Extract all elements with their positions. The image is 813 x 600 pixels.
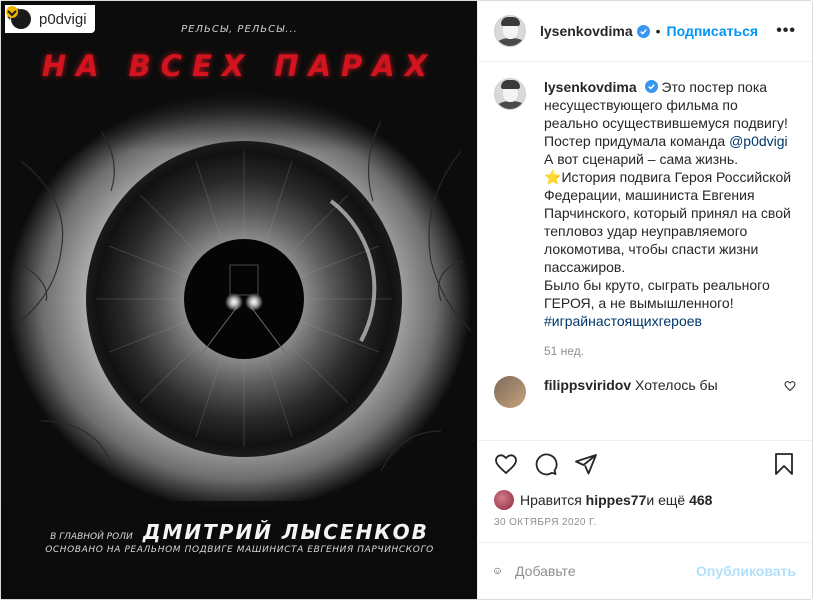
like-comment-heart-icon[interactable] [784, 380, 796, 392]
action-bar [478, 441, 812, 487]
more-options-icon[interactable]: ••• [776, 22, 796, 40]
liker-username[interactable]: hippes77 [586, 492, 647, 508]
eye-illustration [1, 1, 477, 599]
emoji-smiley-icon[interactable] [494, 559, 501, 583]
post-header: lysenkovdima • Подписаться ••• [478, 1, 812, 62]
verified-badge-icon [636, 24, 650, 38]
author-avatar[interactable] [494, 15, 526, 47]
likes-summary: Нравится hippes77 и ещё 468 [478, 487, 812, 513]
caption-username[interactable]: lysenkovdima [544, 79, 637, 95]
commenter-username[interactable]: filippsviridov [544, 377, 631, 393]
liker-avatar[interactable] [494, 490, 514, 510]
follow-button[interactable]: Подписаться [667, 23, 759, 39]
instagram-post: p0dvigi РЕЛЬСЫ, РЕЛЬСЫ... НА ВСЕХ ПАРАХ … [0, 0, 813, 600]
caption-comment: lysenkovdima Это постер пока несуществую… [494, 78, 796, 330]
hashtag-link[interactable]: #играйнастоящихгероев [544, 313, 702, 329]
like-heart-icon[interactable] [494, 452, 518, 476]
post-details-panel: lysenkovdima • Подписаться ••• lysenkovd… [477, 1, 812, 599]
caption-line-3: А вот сценарий – сама жизнь. [544, 151, 739, 167]
poster-role-label: В ГЛАВНОЙ РОЛИ [50, 532, 133, 542]
author-username[interactable]: lysenkovdima [540, 23, 633, 39]
p0dvigi-logo-icon [6, 6, 18, 18]
poster-based-on: ОСНОВАНО НА РЕАЛЬНОМ ПОДВИГЕ МАШИНИСТА Е… [45, 545, 434, 555]
star-emoji-icon: ⭐ [544, 169, 562, 185]
comment-input[interactable] [515, 563, 697, 579]
separator-dot: • [655, 23, 661, 39]
comments-section[interactable]: lysenkovdima Это постер пока несуществую… [478, 62, 812, 441]
caption-author-avatar[interactable] [494, 78, 526, 110]
poster-role-line: В ГЛАВНОЙ РОЛИ ДМИТРИЙ ЛЫСЕНКОВ [1, 520, 477, 544]
mention-link[interactable]: @p0dvigi [729, 133, 788, 149]
likes-count[interactable]: 468 [689, 492, 712, 508]
poster-title: НА ВСЕХ ПАРАХ [41, 49, 438, 83]
likes-middle: и ещё [646, 492, 686, 508]
poster-actor-name: ДМИТРИЙ ЛЫСЕНКОВ [142, 520, 429, 544]
caption-time[interactable]: 51 нед. [544, 344, 796, 358]
save-bookmark-icon[interactable] [772, 452, 796, 476]
comment-item: filippsviridov Хотелось бы [494, 376, 796, 408]
caption-line-5: Было бы круто, сыграть реального ГЕРОЯ, … [544, 277, 770, 311]
share-send-icon[interactable] [574, 452, 598, 476]
caption-line-2: Постер придумала команда [544, 133, 730, 149]
comment-bubble-icon[interactable] [534, 452, 558, 476]
post-image[interactable]: p0dvigi РЕЛЬСЫ, РЕЛЬСЫ... НА ВСЕХ ПАРАХ … [1, 1, 477, 599]
poster-tagline: РЕЛЬСЫ, РЕЛЬСЫ... [181, 24, 298, 35]
likes-prefix: Нравится [520, 492, 582, 508]
caption-text: lysenkovdima Это постер пока несуществую… [544, 78, 796, 330]
commenter-avatar[interactable] [494, 376, 526, 408]
add-comment-bar: Опубликовать [478, 543, 812, 599]
comment-body: Хотелось бы [635, 377, 718, 393]
comment-text: filippsviridov Хотелось бы [544, 376, 774, 394]
publish-button[interactable]: Опубликовать [696, 563, 796, 579]
verified-badge-icon [644, 80, 658, 93]
post-date[interactable]: 30 ОКТЯБРЯ 2020 Г. [478, 513, 812, 543]
caption-line-4: История подвига Героя Российской Федерац… [544, 169, 792, 275]
